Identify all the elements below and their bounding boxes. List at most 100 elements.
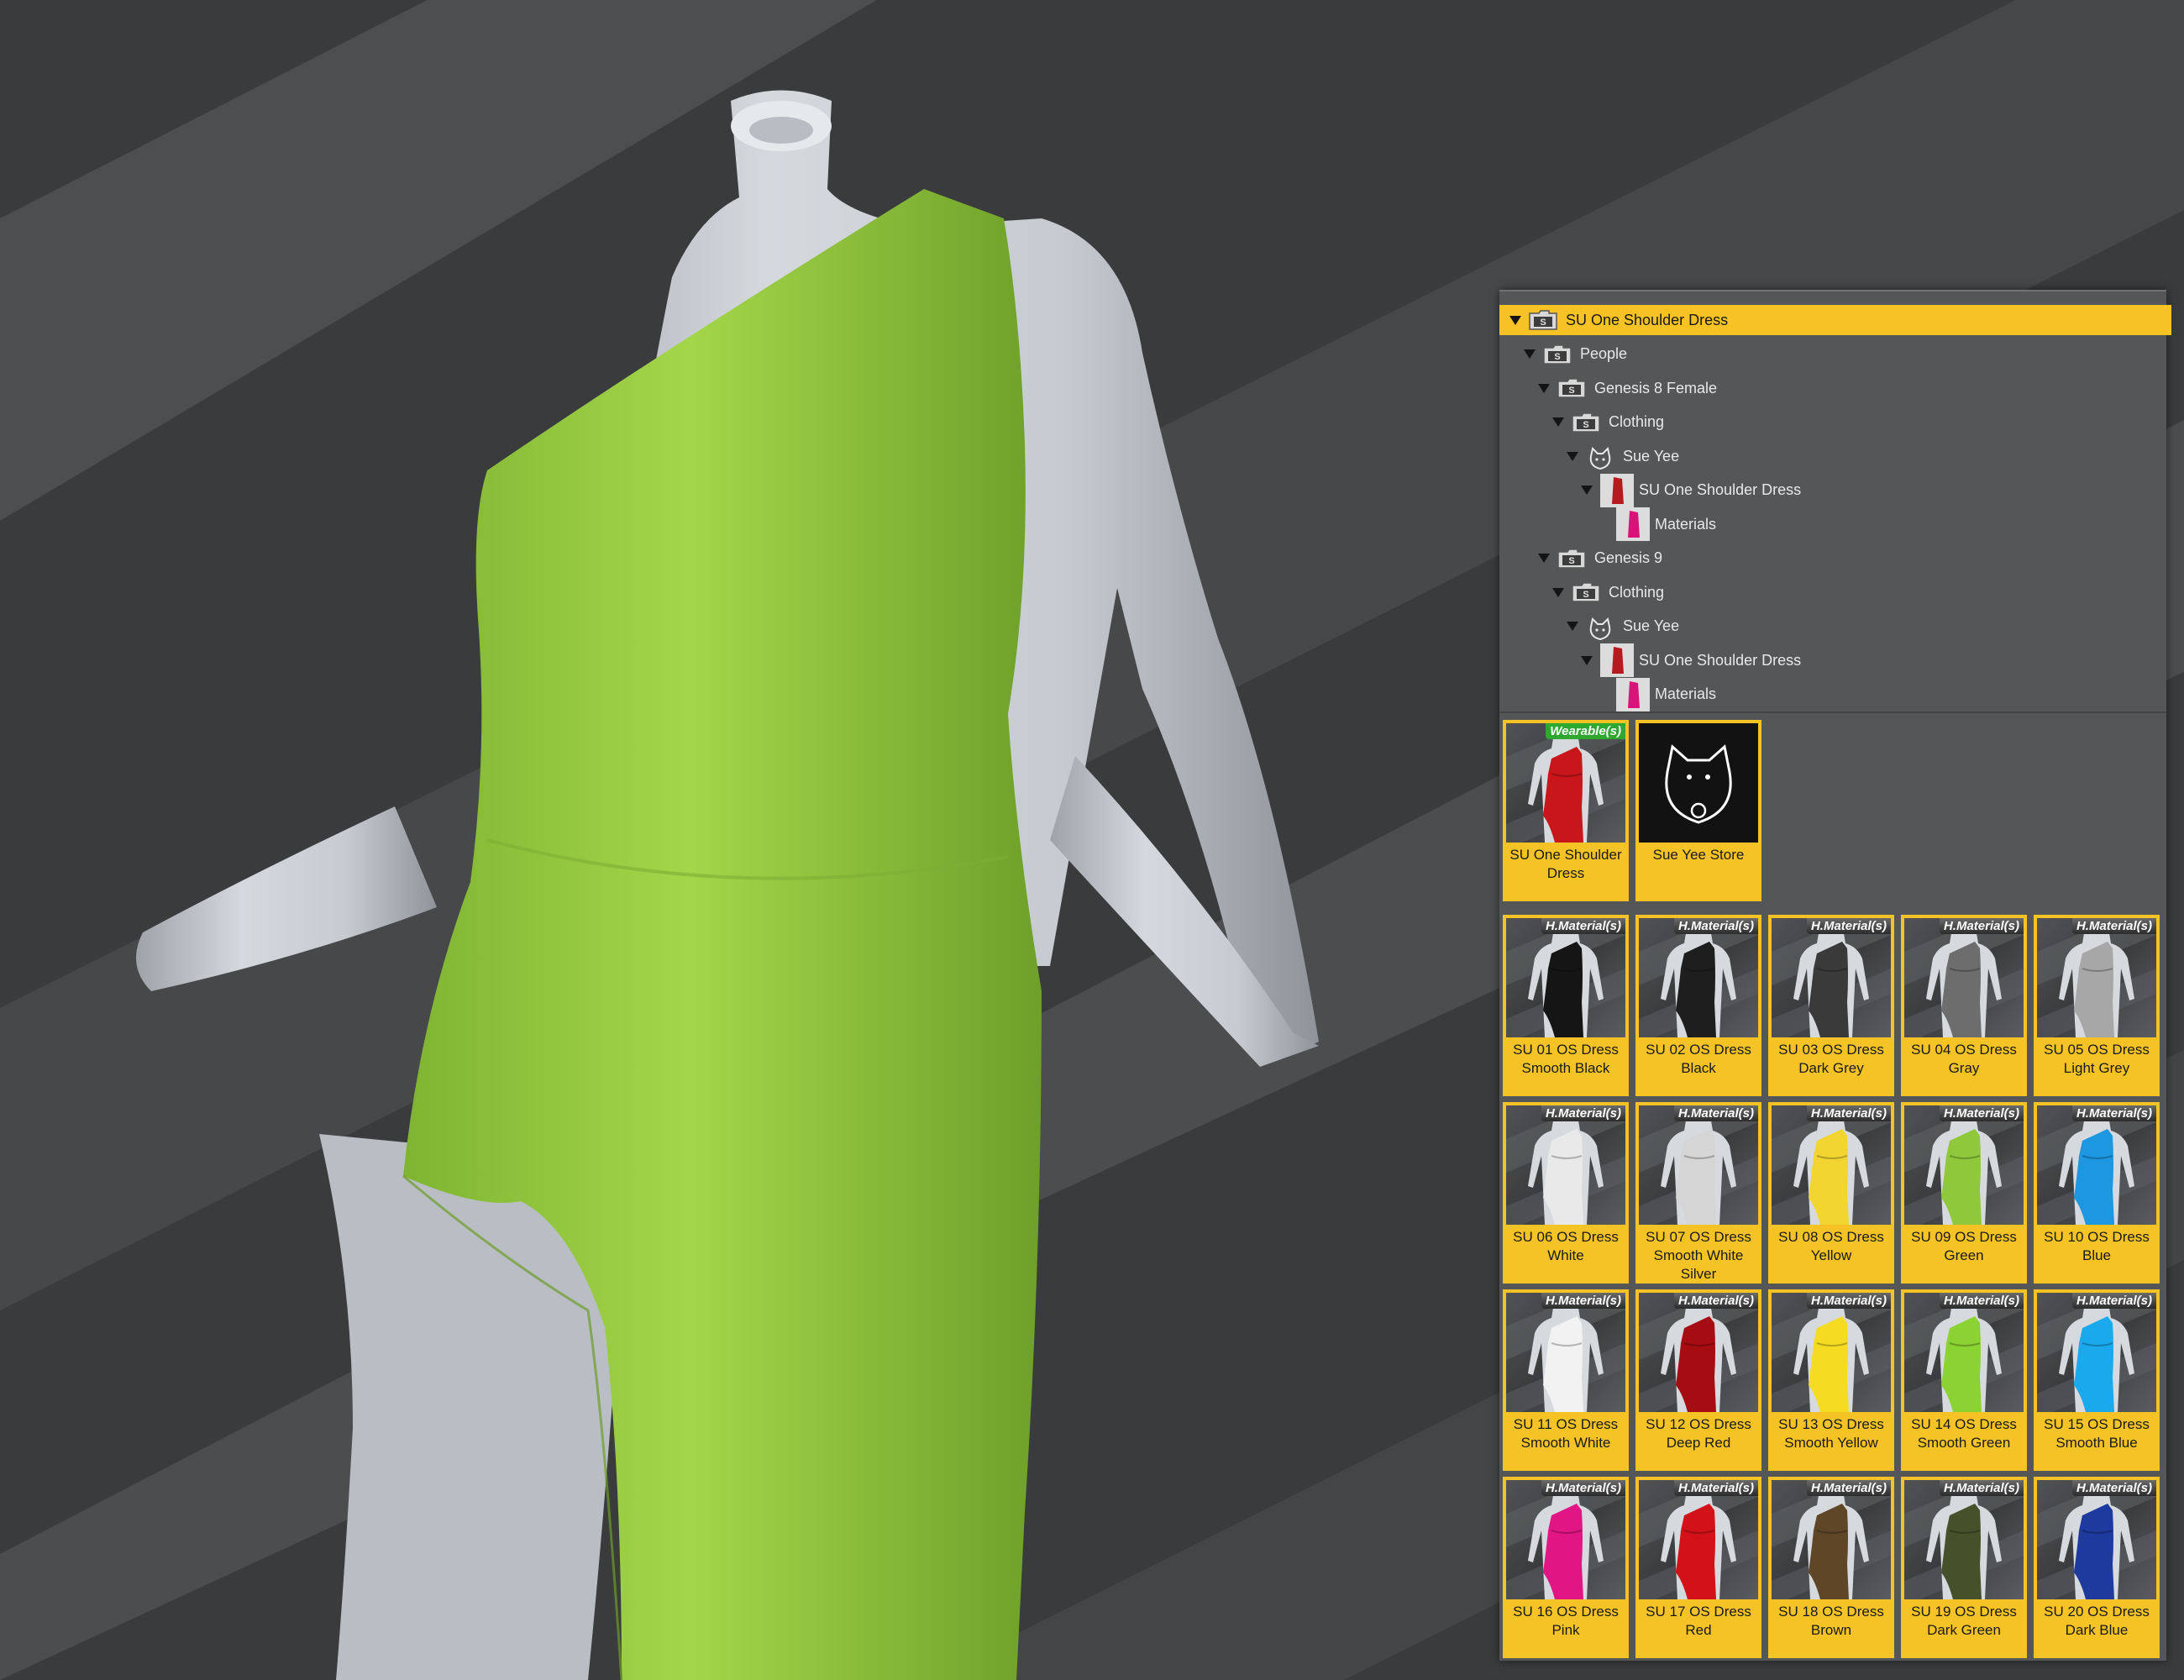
tree-item-label: Clothing — [1609, 413, 1665, 430]
expand-arrow-icon[interactable] — [1552, 587, 1564, 597]
dress-preview-image — [2037, 1480, 2156, 1599]
panel-divider — [1499, 711, 2166, 713]
tile-caption: SU One Shoulder Dress — [1509, 847, 1622, 881]
tile-badge: Wearable(s) — [1546, 723, 1625, 739]
material-tile-su-11-os-dress-smooth-white[interactable]: H.Material(s) SU 11 OS Dress Smooth White — [1503, 1289, 1629, 1471]
tile-caption: SU 19 OS Dress Dark Green — [1911, 1604, 2017, 1638]
tile-thumbnail: H.Material(s) — [2037, 1105, 2156, 1225]
tile-caption: SU 20 OS Dress Dark Blue — [2044, 1604, 2150, 1638]
tile-badge: H.Material(s) — [1541, 1480, 1625, 1496]
material-tile-su-14-os-dress-smooth-green[interactable]: H.Material(s) SU 14 OS Dress Smooth Green — [1901, 1289, 2027, 1471]
tile-badge: H.Material(s) — [1939, 1293, 2024, 1309]
tile-badge: H.Material(s) — [1806, 1293, 1891, 1309]
dress-preview-image — [1904, 1480, 2024, 1599]
tile-caption: SU 08 OS Dress Yellow — [1778, 1229, 1884, 1263]
tree-item-clothing[interactable]: S Clothing — [1552, 407, 1664, 438]
expand-arrow-icon[interactable] — [1567, 622, 1578, 631]
tile-badge: H.Material(s) — [2071, 1293, 2156, 1309]
material-tile-su-12-os-dress-deep-red[interactable]: H.Material(s) SU 12 OS Dress Deep Red — [1635, 1289, 1761, 1471]
tile-sue-yee-store[interactable]: Sue Yee Store — [1635, 720, 1761, 901]
tile-badge: H.Material(s) — [1939, 1105, 2024, 1121]
expand-arrow-icon[interactable] — [1581, 655, 1593, 665]
dress-preview-image — [1772, 1293, 1891, 1412]
dress-thumbnail-icon — [1600, 643, 1634, 677]
expand-arrow-icon[interactable] — [1509, 315, 1521, 325]
tree-item-sue-yee[interactable]: Sue Yee — [1567, 612, 1679, 642]
dress-thumbnail-icon — [1600, 473, 1634, 507]
tile-caption: SU 17 OS Dress Red — [1646, 1604, 1751, 1638]
material-tile-su-10-os-dress-blue[interactable]: H.Material(s) SU 10 OS Dress Blue — [2034, 1102, 2160, 1284]
tile-badge: H.Material(s) — [1541, 1105, 1625, 1121]
expand-arrow-icon[interactable] — [1538, 383, 1550, 393]
tile-su-one-shoulder-dress[interactable]: Wearable(s) SU One Shoulder Dress — [1503, 720, 1629, 901]
tree-item-label: SU One Shoulder Dress — [1639, 651, 1802, 669]
material-tile-su-20-os-dress-dark-blue[interactable]: H.Material(s) SU 20 OS Dress Dark Blue — [2034, 1477, 2160, 1658]
tile-thumbnail: H.Material(s) — [1639, 1105, 1758, 1225]
tile-caption: SU 04 OS Dress Gray — [1911, 1042, 2017, 1076]
tile-thumbnail: H.Material(s) — [1772, 918, 1891, 1037]
material-tile-su-05-os-dress-light-grey[interactable]: H.Material(s) SU 05 OS Dress Light Grey — [2034, 915, 2160, 1096]
material-tile-su-17-os-dress-red[interactable]: H.Material(s) SU 17 OS Dress Red — [1635, 1477, 1761, 1658]
expand-arrow-icon[interactable] — [1567, 451, 1578, 461]
material-tile-su-09-os-dress-green[interactable]: H.Material(s) SU 09 OS Dress Green — [1901, 1102, 2027, 1284]
vendor-logo-icon — [1586, 446, 1614, 470]
svg-text:S: S — [1540, 318, 1546, 328]
folder-icon: S — [1572, 582, 1600, 602]
tile-thumbnail: H.Material(s) — [2037, 1293, 2156, 1412]
tree-item-sue-yee[interactable]: Sue Yee — [1567, 441, 1679, 471]
tile-thumbnail: H.Material(s) — [1639, 1293, 1758, 1412]
material-tile-su-16-os-dress-pink[interactable]: H.Material(s) SU 16 OS Dress Pink — [1503, 1477, 1629, 1658]
tile-badge: H.Material(s) — [1806, 1105, 1891, 1121]
material-tile-su-18-os-dress-brown[interactable]: H.Material(s) SU 18 OS Dress Brown — [1768, 1477, 1894, 1658]
svg-text:S: S — [1568, 386, 1574, 396]
material-tile-su-08-os-dress-yellow[interactable]: H.Material(s) SU 08 OS Dress Yellow — [1768, 1102, 1894, 1284]
tree-item-clothing[interactable]: S Clothing — [1552, 577, 1664, 607]
material-tile-su-04-os-dress-gray[interactable]: H.Material(s) SU 04 OS Dress Gray — [1901, 915, 2027, 1096]
tree-item-su-one-shoulder-dress[interactable]: SU One Shoulder Dress — [1581, 643, 1802, 677]
tree-item-genesis-8-female[interactable]: S Genesis 8 Female — [1538, 373, 1717, 403]
dress-preview-image — [1639, 918, 1758, 1037]
tree-item-materials[interactable]: Materials — [1595, 677, 1716, 711]
material-tile-su-01-os-dress-smooth-black[interactable]: H.Material(s) SU 01 OS Dress Smooth Black — [1503, 915, 1629, 1096]
material-tile-su-06-os-dress-white[interactable]: H.Material(s) SU 06 OS Dress White — [1503, 1102, 1629, 1284]
tile-badge: H.Material(s) — [2071, 1105, 2156, 1121]
tree-item-materials[interactable]: Materials — [1595, 507, 1716, 541]
tile-caption: SU 13 OS Dress Smooth Yellow — [1778, 1416, 1884, 1451]
folder-icon: S — [1543, 344, 1572, 365]
folder-icon: S — [1572, 412, 1600, 433]
tree-item-label: Clothing — [1609, 583, 1665, 601]
material-tile-su-15-os-dress-smooth-blue[interactable]: H.Material(s) SU 15 OS Dress Smooth Blue — [2034, 1289, 2160, 1471]
tile-badge: H.Material(s) — [1806, 918, 1891, 934]
tile-thumbnail: H.Material(s) — [1772, 1105, 1891, 1225]
tree-item-genesis-9[interactable]: S Genesis 9 — [1538, 543, 1662, 574]
tile-badge: H.Material(s) — [2071, 1480, 2156, 1496]
tile-caption: SU 10 OS Dress Blue — [2044, 1229, 2150, 1263]
material-tile-su-03-os-dress-dark-grey[interactable]: H.Material(s) SU 03 OS Dress Dark Grey — [1768, 915, 1894, 1096]
tile-caption: SU 03 OS Dress Dark Grey — [1778, 1042, 1884, 1076]
tile-badge: H.Material(s) — [1541, 1293, 1625, 1309]
tile-thumbnail: H.Material(s) — [1772, 1293, 1891, 1412]
dress-preview-image — [1506, 1480, 1625, 1599]
dress-preview-image — [1639, 1105, 1758, 1225]
dress-preview-image — [2037, 918, 2156, 1037]
tile-badge: H.Material(s) — [1673, 918, 1758, 934]
tree-item-people[interactable]: S People — [1524, 339, 1627, 370]
material-tile-su-02-os-dress-black[interactable]: H.Material(s) SU 02 OS Dress Black — [1635, 915, 1761, 1096]
expand-arrow-icon[interactable] — [1538, 554, 1550, 563]
material-tile-su-07-os-dress-smooth-white-silver[interactable]: H.Material(s) SU 07 OS Dress Smooth White… — [1635, 1102, 1761, 1284]
material-tile-su-19-os-dress-dark-green[interactable]: H.Material(s) SU 19 OS Dress Dark Green — [1901, 1477, 2027, 1658]
tile-caption: SU 12 OS Dress Deep Red — [1646, 1416, 1751, 1451]
folder-icon: S — [1557, 548, 1586, 569]
dress-preview-image — [2037, 1293, 2156, 1412]
tile-caption: SU 14 OS Dress Smooth Green — [1911, 1416, 2017, 1451]
dress-preview-image — [1506, 723, 1625, 843]
tile-thumbnail: H.Material(s) — [1639, 1480, 1758, 1599]
tile-thumbnail: H.Material(s) — [1506, 1480, 1625, 1599]
expand-arrow-icon[interactable] — [1524, 349, 1536, 359]
material-tile-su-13-os-dress-smooth-yellow[interactable]: H.Material(s) SU 13 OS Dress Smooth Yello… — [1768, 1289, 1894, 1471]
expand-arrow-icon[interactable] — [1581, 486, 1593, 495]
tile-thumbnail: H.Material(s) — [1639, 918, 1758, 1037]
tree-item-su-one-shoulder-dress[interactable]: S SU One Shoulder Dress — [1499, 305, 2171, 335]
expand-arrow-icon[interactable] — [1552, 417, 1564, 427]
tree-item-su-one-shoulder-dress[interactable]: SU One Shoulder Dress — [1581, 473, 1801, 507]
